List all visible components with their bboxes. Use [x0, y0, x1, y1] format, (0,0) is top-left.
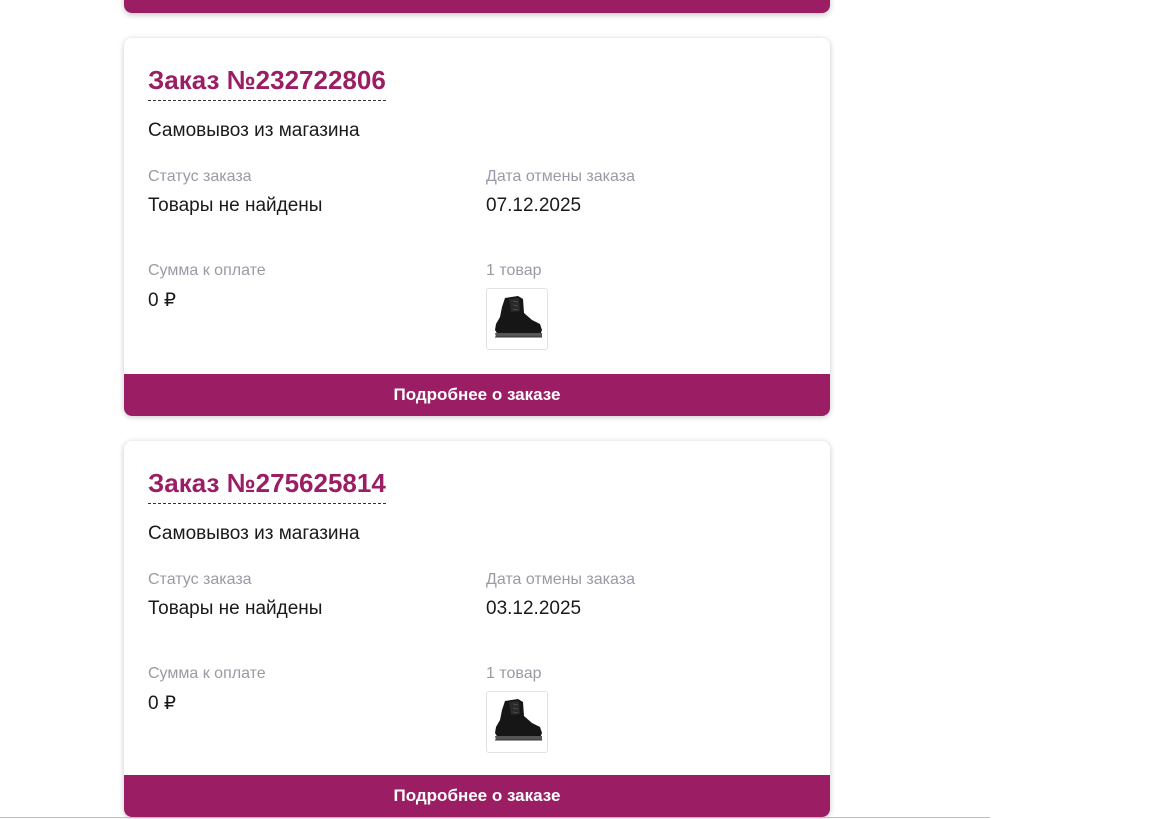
- order-details-button[interactable]: Подробнее о заказе: [124, 374, 830, 416]
- sum-label: Сумма к оплате: [148, 665, 266, 682]
- status-label: Статус заказа: [148, 571, 252, 588]
- divider: [0, 817, 990, 818]
- items-count: 1 товар: [486, 262, 542, 279]
- sum-value: 0 ₽: [148, 693, 176, 714]
- status-value: Товары не найдены: [148, 195, 323, 216]
- order-details-button[interactable]: Подробнее о заказе: [124, 775, 830, 817]
- cancel-date-label: Дата отмены заказа: [486, 571, 635, 588]
- delivery-method: Самовывоз из магазина: [148, 523, 360, 544]
- status-value: Товары не найдены: [148, 598, 323, 619]
- cancel-date-label: Дата отмены заказа: [486, 168, 635, 185]
- product-thumbnail[interactable]: [486, 288, 548, 350]
- status-label: Статус заказа: [148, 168, 252, 185]
- delivery-method: Самовывоз из магазина: [148, 120, 360, 141]
- sum-label: Сумма к оплате: [148, 262, 266, 279]
- cancel-date-value: 03.12.2025: [486, 598, 582, 619]
- order-card: Заказ №232722806 Самовывоз из магазина С…: [124, 38, 830, 416]
- orders-page: Заказ №232722806 Самовывоз из магазина С…: [0, 0, 1152, 819]
- items-count: 1 товар: [486, 665, 542, 682]
- cancel-date-value: 07.12.2025: [486, 195, 582, 216]
- product-thumbnail[interactable]: [486, 691, 548, 753]
- order-title-link[interactable]: Заказ №275625814: [148, 467, 386, 504]
- black-boot-icon: [495, 699, 542, 741]
- black-boot-icon: [495, 296, 542, 338]
- order-title-link[interactable]: Заказ №232722806: [148, 64, 386, 101]
- order-card: Заказ №275625814 Самовывоз из магазина С…: [124, 441, 830, 817]
- previous-order-details-button[interactable]: [124, 0, 830, 13]
- sum-value: 0 ₽: [148, 290, 176, 311]
